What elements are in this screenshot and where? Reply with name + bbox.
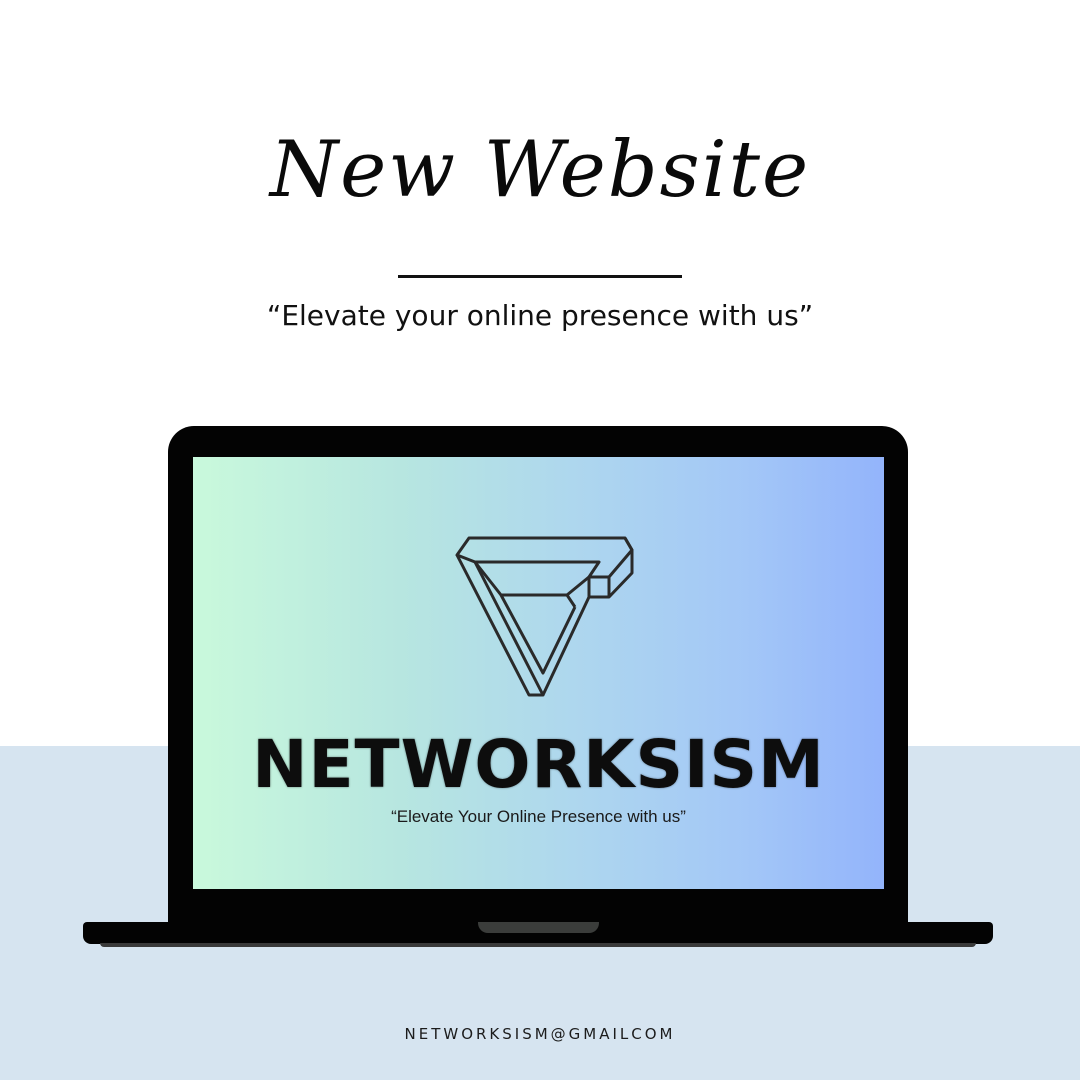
promo-page: New Website “Elevate your online presenc… xyxy=(0,0,1080,1080)
headline: New Website xyxy=(269,125,811,215)
laptop-screen: NETWORKSISM “Elevate Your Online Presenc… xyxy=(193,457,884,889)
tagline: “Elevate your online presence with us” xyxy=(266,299,814,332)
headline-divider xyxy=(398,275,682,278)
laptop-trackpad-notch xyxy=(478,922,599,933)
brand-name: NETWORKSISM xyxy=(252,726,825,803)
contact-email: NETWORKSISM@GMAILCOM xyxy=(404,1025,676,1043)
impossible-triangle-logo-icon xyxy=(455,536,634,697)
brand-tagline: “Elevate Your Online Presence with us” xyxy=(391,807,686,826)
laptop-base-lip xyxy=(100,943,976,947)
